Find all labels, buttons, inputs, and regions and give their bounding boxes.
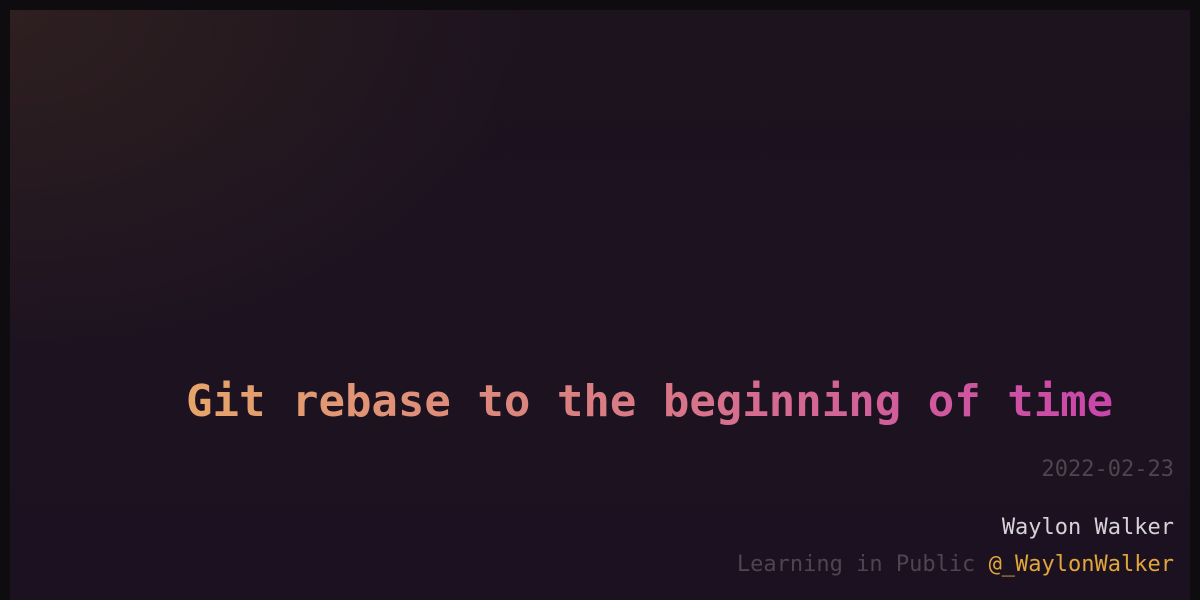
tagline-prefix: Learning in Public — [736, 552, 976, 577]
author-name: Waylon Walker — [1001, 515, 1174, 540]
post-title: Git rebase to the beginning of time — [186, 372, 1176, 432]
twitter-handle: @_WaylonWalker — [988, 552, 1174, 577]
post-date: 2022-02-23 — [1041, 457, 1174, 482]
author-tagline: Learning in Public @_WaylonWalker — [737, 551, 1174, 579]
page-frame: Git rebase to the beginning of time 2022… — [0, 0, 1200, 600]
social-card — [10, 10, 1190, 600]
